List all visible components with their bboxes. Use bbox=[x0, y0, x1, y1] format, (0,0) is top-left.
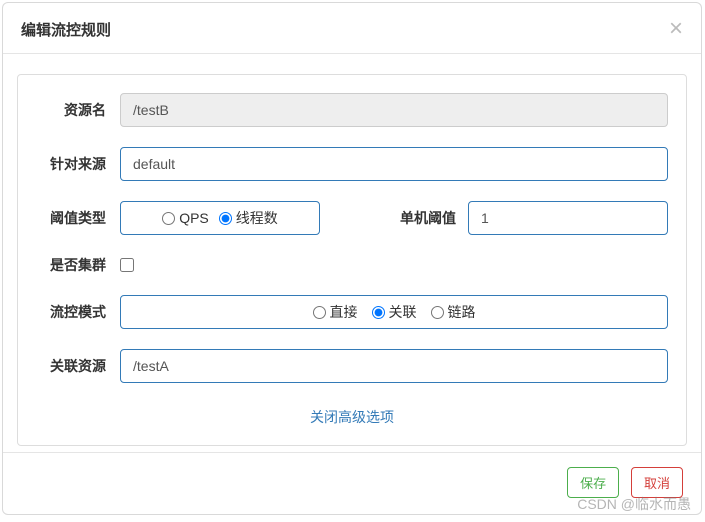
threshold-label: 单机阈值 bbox=[388, 208, 468, 228]
close-icon[interactable]: × bbox=[669, 17, 683, 41]
radio-direct[interactable]: 直接 bbox=[313, 302, 358, 322]
cancel-button[interactable]: 取消 bbox=[631, 467, 683, 498]
radio-chain-input[interactable] bbox=[431, 306, 444, 319]
radio-qps-input[interactable] bbox=[162, 212, 175, 225]
modal-header: 编辑流控规则 × bbox=[3, 3, 701, 54]
ref-resource-input[interactable] bbox=[120, 349, 668, 383]
modal-footer: 保存 取消 bbox=[3, 452, 701, 514]
row-cluster: 是否集群 bbox=[36, 255, 668, 275]
radio-direct-label: 直接 bbox=[330, 302, 358, 322]
advanced-toggle-link[interactable]: 关闭高级选项 bbox=[36, 403, 668, 435]
limitapp-input[interactable] bbox=[120, 147, 668, 181]
row-mode: 流控模式 直接 关联 链路 bbox=[36, 295, 668, 329]
threshold-input[interactable] bbox=[468, 201, 668, 235]
radio-direct-input[interactable] bbox=[313, 306, 326, 319]
save-button[interactable]: 保存 bbox=[567, 467, 619, 498]
resource-input bbox=[120, 93, 668, 127]
radio-qps[interactable]: QPS bbox=[162, 210, 209, 226]
threshold-type-label: 阈值类型 bbox=[36, 208, 120, 228]
row-ref-resource: 关联资源 bbox=[36, 349, 668, 383]
row-threshold-type: 阈值类型 QPS 线程数 单机阈值 bbox=[36, 201, 668, 235]
mode-group: 直接 关联 链路 bbox=[120, 295, 668, 329]
limitapp-label: 针对来源 bbox=[36, 154, 120, 174]
edit-flow-rule-modal: 编辑流控规则 × 资源名 针对来源 阈值类型 QPS bbox=[2, 2, 702, 515]
row-limitapp: 针对来源 bbox=[36, 147, 668, 181]
row-resource: 资源名 bbox=[36, 93, 668, 127]
radio-qps-label: QPS bbox=[179, 210, 209, 226]
radio-relate-label: 关联 bbox=[389, 302, 417, 322]
cluster-label: 是否集群 bbox=[36, 255, 120, 275]
radio-threads-input[interactable] bbox=[219, 212, 232, 225]
form-panel: 资源名 针对来源 阈值类型 QPS 线程数 bbox=[17, 74, 687, 446]
modal-body: 资源名 针对来源 阈值类型 QPS 线程数 bbox=[3, 54, 701, 452]
mode-label: 流控模式 bbox=[36, 302, 120, 322]
cluster-checkbox[interactable] bbox=[120, 258, 134, 272]
radio-relate[interactable]: 关联 bbox=[372, 302, 417, 322]
radio-relate-input[interactable] bbox=[372, 306, 385, 319]
modal-title: 编辑流控规则 bbox=[21, 19, 111, 40]
resource-label: 资源名 bbox=[36, 100, 120, 120]
radio-threads[interactable]: 线程数 bbox=[219, 208, 278, 228]
radio-chain[interactable]: 链路 bbox=[431, 302, 476, 322]
ref-resource-label: 关联资源 bbox=[36, 356, 120, 376]
threshold-type-group: QPS 线程数 bbox=[120, 201, 320, 235]
radio-chain-label: 链路 bbox=[448, 302, 476, 322]
radio-threads-label: 线程数 bbox=[236, 208, 278, 228]
